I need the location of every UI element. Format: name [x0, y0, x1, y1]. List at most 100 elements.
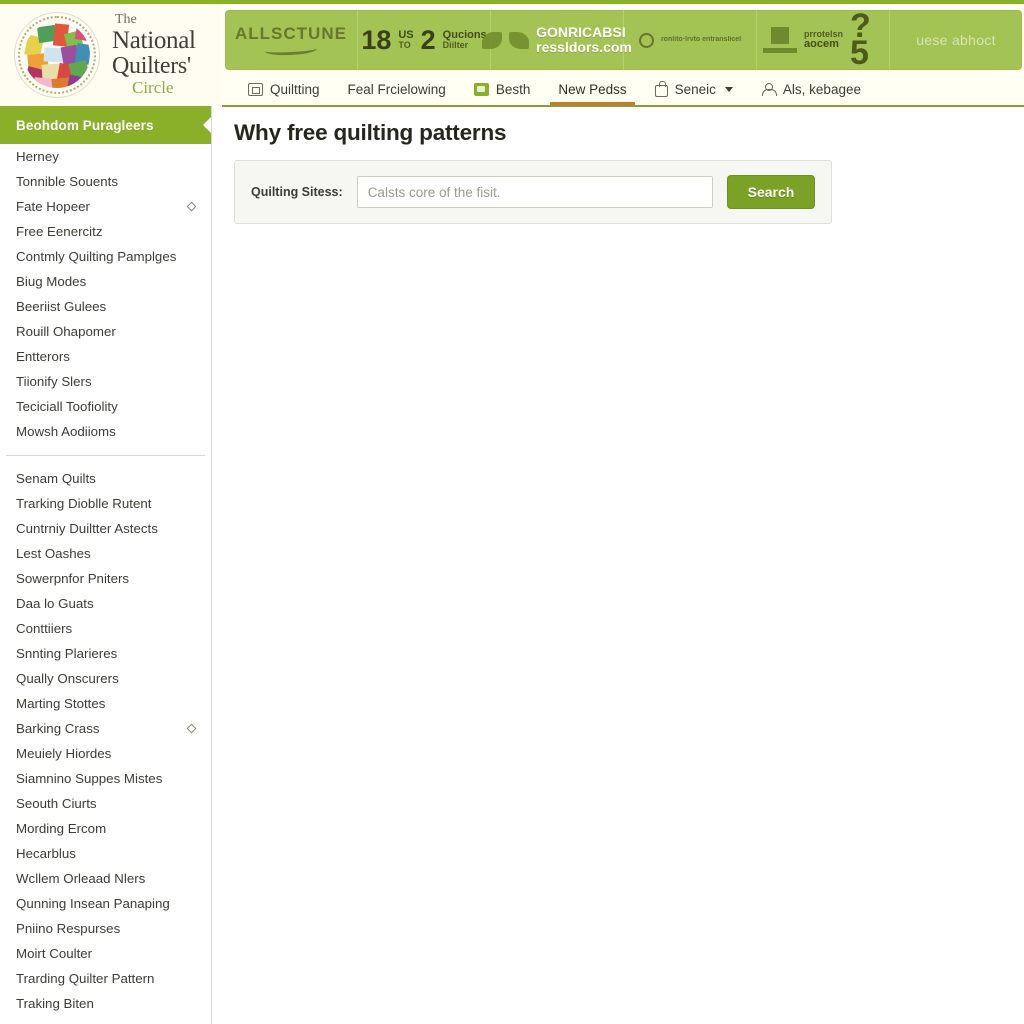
sidebar: Beohdom Puragleers Herney Tonnible Souen… — [0, 106, 212, 1024]
partner-circle-icon — [638, 32, 654, 48]
sidebar-item-biug-modes[interactable]: Biug Modes — [0, 269, 211, 294]
sidebar-label: Trarding Quilter Pattern — [16, 971, 155, 986]
sidebar-item-free-eenercitz[interactable]: Free Eenercitz — [0, 219, 211, 244]
nav-item-new-pedss[interactable]: New Pedss — [544, 82, 640, 106]
nav-item-feal-frcielowing[interactable]: Feal Frcielowing — [334, 82, 460, 106]
nav-bottom-rule — [222, 105, 1024, 107]
sidebar-label: Qunning Insean Panaping — [16, 896, 170, 911]
sidebar-label: Daa lo Guats — [16, 596, 94, 611]
sidebar-label: Barking Crass — [16, 721, 100, 736]
sidebar-item-entterors[interactable]: Entterors — [0, 344, 211, 369]
sidebar-label: Herney — [16, 149, 59, 164]
site-header: The National Quilters' Circle ALLSCTUNE … — [0, 4, 1024, 107]
sidebar-label: Hecarblus — [16, 846, 76, 861]
sidebar-item-fate-hopeer[interactable]: Fate Hopeer — [0, 194, 211, 219]
sidebar-item-herney[interactable]: Herney — [0, 144, 211, 169]
sidebar-item-seouth-ciurts[interactable]: Seouth Ciurts — [0, 791, 211, 816]
nav-label-account: Als, kebagee — [782, 82, 861, 97]
sidebar-label: Pniino Respurses — [16, 921, 121, 936]
brand-wordmark: The National Quilters' Circle — [100, 12, 196, 98]
sidebar-item-marting-stottes[interactable]: Marting Stottes — [0, 691, 211, 716]
sidebar-item-siamnino-suppes-mistes[interactable]: Siamnino Suppes Mistes — [0, 766, 211, 791]
sidebar-label: Qually Onscurers — [16, 671, 119, 686]
sidebar-item-contmly-quilting-pamplges[interactable]: Contmly Quilting Pamplges — [0, 244, 211, 269]
sidebar-item-teciciall-toofiolity[interactable]: Teciciall Toofiolity — [0, 394, 211, 419]
banner-last-text: uese abhoct — [916, 32, 996, 48]
sidebar-item-rouill-ohapomer[interactable]: Rouill Ohapomer — [0, 319, 211, 344]
brand-name-national: National — [112, 26, 196, 54]
promo-banner[interactable]: ALLSCTUNE 18 US TO 2 Qucions Diilter GON… — [225, 10, 1022, 70]
sidebar-label: Senam Quilts — [16, 471, 96, 486]
banner-cell-last[interactable]: uese abhoct — [890, 10, 1022, 70]
search-input[interactable] — [356, 176, 713, 208]
sidebar-item-tonnible-souents[interactable]: Tonnible Souents — [0, 169, 211, 194]
leaf-icon — [482, 31, 503, 49]
banner-cell-stats[interactable]: 18 US TO 2 Qucions Diilter — [358, 10, 491, 70]
sidebar-item-pniino-respurses[interactable]: Pniino Respurses — [0, 916, 211, 941]
page-root: The National Quilters' Circle ALLSCTUNE … — [0, 0, 1024, 1024]
sidebar-item-mording-ercom[interactable]: Mording Ercom — [0, 816, 211, 841]
search-label: Quilting Sitess: — [251, 185, 343, 199]
nav-item-besth[interactable]: Besth — [460, 82, 545, 106]
brand-logo-area[interactable]: The National Quilters' Circle — [0, 4, 222, 106]
person-icon — [761, 83, 777, 96]
sidebar-item-traking-biten[interactable]: Traking Biten — [0, 991, 211, 1016]
sidebar-item-qually-onscurers[interactable]: Qually Onscurers — [0, 666, 211, 691]
sidebar-item-conttiiers[interactable]: Conttiiers — [0, 616, 211, 641]
sidebar-item-hecarblus[interactable]: Hecarblus — [0, 841, 211, 866]
sidebar-item-cuntrniy-duiltter-astects[interactable]: Cuntrniy Duiltter Astects — [0, 516, 211, 541]
sidebar-label: Entterors — [16, 349, 70, 364]
brand-the: The — [115, 12, 137, 28]
sidebar-header-label: Beohdom Puragleers — [16, 117, 154, 133]
sidebar-item-daa-lo-guats[interactable]: Daa lo Guats — [0, 591, 211, 616]
diamond-icon — [186, 201, 197, 212]
sidebar-item-trarding-quilter-pattern[interactable]: Trarding Quilter Pattern — [0, 966, 211, 991]
banner-stat-top-1: US — [398, 28, 414, 41]
nav-item-seneic[interactable]: Seneic — [641, 80, 747, 106]
diamond-icon — [186, 723, 197, 734]
nav-label-new-pedss: New Pedss — [558, 82, 627, 97]
banner-cell-amazon[interactable]: ALLSCTUNE — [225, 10, 358, 70]
banner-cell-partner[interactable]: ronlito·lrvto entranslicel — [624, 10, 757, 70]
search-button[interactable]: Search — [727, 175, 815, 209]
sidebar-label: Beeriist Gulees — [16, 299, 107, 314]
quilt-circle-logo-icon — [14, 12, 100, 98]
nav-item-account[interactable]: Als, kebagee — [747, 82, 875, 106]
brand-name-circle: Circle — [132, 78, 174, 98]
banner-cell-leaf-brand[interactable]: GONRICABSI ressldors.com — [482, 10, 632, 70]
nav-item-quilting[interactable]: Quiltting — [234, 82, 334, 106]
sidebar-item-senam-quilts[interactable]: Senam Quilts — [0, 466, 211, 491]
sidebar-label: Tonnible Souents — [16, 174, 119, 189]
sidebar-item-moirt-coulter[interactable]: Moirt Coulter — [0, 941, 211, 966]
sidebar-header[interactable]: Beohdom Puragleers — [0, 106, 211, 144]
banner-cell-podium[interactable]: prrotelsn aocem ?5 — [757, 10, 890, 70]
sidebar-label: Sowerpnfor Pniters — [16, 571, 130, 586]
sidebar-item-tiionify-slers[interactable]: Tiionify Slers — [0, 369, 211, 394]
sidebar-label: Siamnino Suppes Mistes — [16, 771, 163, 786]
sidebar-label: Free Eenercitz — [16, 224, 103, 239]
sidebar-label: Mowsh Aodiioms — [16, 424, 116, 439]
sidebar-item-meuiely-hiordes[interactable]: Meuiely Hiordes — [0, 741, 211, 766]
banner-stat-num-2: 2 — [420, 24, 436, 55]
sidebar-label: Teciciall Toofiolity — [16, 399, 118, 414]
sidebar-label: Contmly Quilting Pamplges — [16, 249, 177, 264]
sidebar-item-qunning-insean-panaping[interactable]: Qunning Insean Panaping — [0, 891, 211, 916]
green-square-icon — [473, 83, 489, 96]
main-navigation: Quiltting Feal Frcielowing Besth New Ped… — [222, 72, 1024, 106]
sidebar-label: Wcllem Orleaad Nlers — [16, 871, 146, 886]
sidebar-item-barking-crass[interactable]: Barking Crass — [0, 716, 211, 741]
sidebar-item-sowerpnfor-pniters[interactable]: Sowerpnfor Pniters — [0, 566, 211, 591]
sidebar-divider — [6, 455, 205, 456]
sidebar-item-mowsh-aodiioms[interactable]: Mowsh Aodiioms — [0, 419, 211, 444]
brand-name-quilters: Quilters' — [112, 52, 191, 79]
search-panel: Quilting Sitess: Search — [234, 160, 832, 224]
sidebar-item-snnting-plarieres[interactable]: Snnting Plarieres — [0, 641, 211, 666]
leaf-icon-mirrored — [509, 31, 530, 49]
sidebar-item-trarking-dioblle-rutent[interactable]: Trarking Dioblle Rutent — [0, 491, 211, 516]
amazon-swoosh-icon — [264, 43, 318, 57]
sidebar-item-wcllem-orleaad-nlers[interactable]: Wcllem Orleaad Nlers — [0, 866, 211, 891]
main-content: Why free quilting patterns Quilting Site… — [212, 106, 1024, 1024]
sidebar-item-lest-oashes[interactable]: Lest Oashes — [0, 541, 211, 566]
sidebar-label: Mording Ercom — [16, 821, 107, 836]
sidebar-item-beeriist-gulees[interactable]: Beeriist Gulees — [0, 294, 211, 319]
